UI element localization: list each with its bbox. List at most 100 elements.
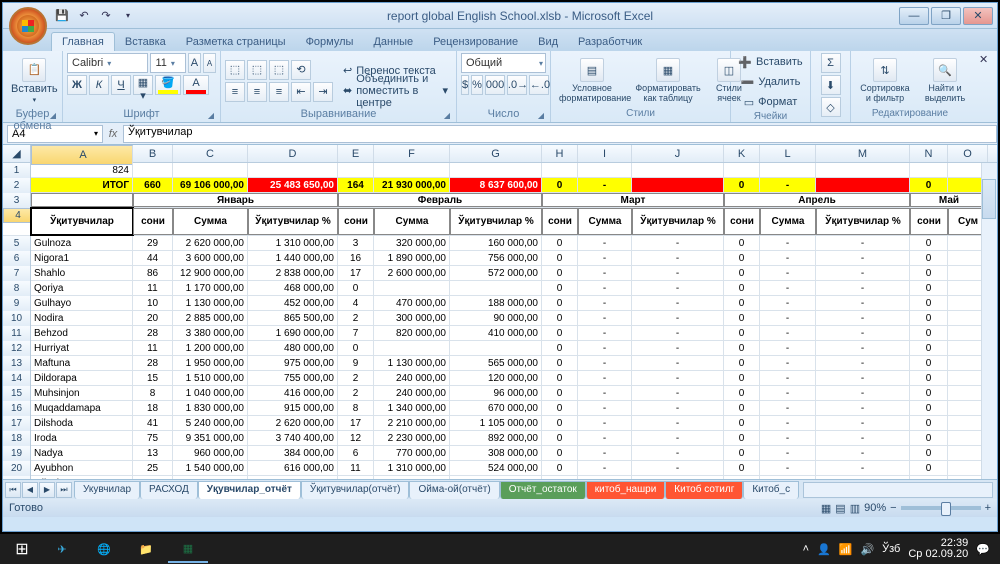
cell[interactable]: - <box>632 371 724 385</box>
cell[interactable] <box>578 163 632 177</box>
delete-cells-button[interactable]: ➖Удалить <box>737 73 805 91</box>
cell[interactable]: 188 000,00 <box>450 296 542 310</box>
insert-cells-button[interactable]: ➕Вставить <box>734 53 806 71</box>
cell[interactable]: 0 <box>910 178 948 192</box>
cell[interactable]: 13 <box>133 446 173 460</box>
cell[interactable]: - <box>816 356 910 370</box>
fill-icon[interactable]: ⬇ <box>821 75 841 95</box>
cell[interactable]: 0 <box>542 401 578 415</box>
cell[interactable]: 7 <box>338 326 374 340</box>
row-header[interactable]: 3 <box>3 193 31 208</box>
sheet-tab[interactable]: Уқувчилар_отчёт <box>198 481 301 499</box>
column-header[interactable]: K <box>724 145 760 162</box>
cell[interactable]: 0 <box>910 236 948 250</box>
cell[interactable]: - <box>816 386 910 400</box>
taskbar-app-chrome[interactable]: 🌐 <box>84 535 124 563</box>
cell[interactable]: 565 000,00 <box>450 356 542 370</box>
cell[interactable]: 0 <box>542 236 578 250</box>
cell[interactable]: 975 000,00 <box>248 356 338 370</box>
cell[interactable]: 0 <box>724 266 760 280</box>
shrink-font-icon[interactable]: A <box>203 53 216 73</box>
cell[interactable]: - <box>760 386 816 400</box>
cell[interactable]: 96 000,00 <box>450 386 542 400</box>
row-header[interactable]: 5 <box>3 236 31 251</box>
conditional-format-button[interactable]: ▤Условное форматирование <box>555 56 629 105</box>
zoom-slider[interactable] <box>901 506 981 510</box>
cell[interactable]: 1 170 000,00 <box>173 281 248 295</box>
cell[interactable]: - <box>632 281 724 295</box>
cell[interactable]: 1 130 000,00 <box>173 296 248 310</box>
cell[interactable]: 0 <box>724 311 760 325</box>
cell[interactable]: - <box>578 446 632 460</box>
tray-volume-icon[interactable]: 🔊 <box>860 543 874 556</box>
cell[interactable]: - <box>632 266 724 280</box>
office-button[interactable] <box>9 7 47 45</box>
cell[interactable]: - <box>578 386 632 400</box>
cell[interactable]: Oliyahon1 <box>31 476 133 479</box>
cell[interactable]: - <box>760 401 816 415</box>
cell[interactable]: 0 <box>542 178 578 192</box>
font-size-select[interactable]: 11▾ <box>150 53 186 73</box>
row-header[interactable]: 14 <box>3 371 31 386</box>
orientation-icon[interactable]: ⟲ <box>291 60 311 80</box>
dec-decimal-icon[interactable]: ←.0 <box>529 75 549 95</box>
cell[interactable]: 9 351 000,00 <box>173 431 248 445</box>
clear-icon[interactable]: ◇ <box>821 97 841 117</box>
cell[interactable]: - <box>816 476 910 479</box>
cell[interactable] <box>816 178 910 192</box>
column-header[interactable]: E <box>338 145 374 162</box>
cell[interactable]: - <box>632 251 724 265</box>
tray-clock[interactable]: 22:39Ср 02.09.20 <box>908 538 968 560</box>
cell[interactable]: 15 <box>133 371 173 385</box>
cell[interactable]: - <box>578 431 632 445</box>
cell[interactable]: 240 000,00 <box>374 371 450 385</box>
qat-more-icon[interactable]: ▾ <box>119 7 137 25</box>
cell[interactable]: Qoriya <box>31 281 133 295</box>
cell[interactable]: 820 000,00 <box>374 326 450 340</box>
cell[interactable]: - <box>816 311 910 325</box>
cell[interactable]: 400 000,00 <box>248 476 338 479</box>
ribbon-tab[interactable]: Разработчик <box>568 33 652 51</box>
fx-icon[interactable]: fx <box>103 128 123 140</box>
cell[interactable]: 8 637 600,00 <box>450 178 542 192</box>
taskbar-app-excel[interactable]: ▦ <box>168 535 208 563</box>
cell[interactable]: 2 <box>338 386 374 400</box>
align-left-icon[interactable]: ≡ <box>225 82 245 102</box>
cell[interactable]: 756 000,00 <box>450 251 542 265</box>
view-normal-icon[interactable]: ▦ <box>821 502 831 515</box>
cell[interactable]: 670 000,00 <box>450 401 542 415</box>
column-header[interactable]: F <box>374 145 450 162</box>
cell[interactable]: - <box>760 311 816 325</box>
cell[interactable]: 0 <box>542 251 578 265</box>
ribbon-tab[interactable]: Рецензирование <box>423 33 528 51</box>
cell[interactable]: 1 510 000,00 <box>173 371 248 385</box>
cell[interactable]: 452 000,00 <box>248 296 338 310</box>
cell[interactable]: 12 <box>338 431 374 445</box>
cell[interactable]: 1 <box>338 476 374 479</box>
cell[interactable]: 25 <box>133 461 173 475</box>
cell[interactable]: 660 <box>133 178 173 192</box>
cell[interactable]: 0 <box>910 476 948 479</box>
align-middle-icon[interactable]: ⬚ <box>247 60 267 80</box>
ribbon-tab[interactable]: Данные <box>363 33 423 51</box>
cell[interactable]: 0 <box>338 281 374 295</box>
cell[interactable] <box>374 163 450 177</box>
column-header[interactable]: O <box>948 145 988 162</box>
cell[interactable] <box>542 163 578 177</box>
cell[interactable]: - <box>632 446 724 460</box>
cell[interactable]: 40 000,00 <box>450 476 542 479</box>
cell[interactable]: 416 000,00 <box>248 386 338 400</box>
ribbon-tab[interactable]: Вид <box>528 33 568 51</box>
cell[interactable]: 0 <box>910 251 948 265</box>
find-select-button[interactable]: 🔍Найти и выделить <box>917 56 973 105</box>
zoom-out-icon[interactable]: − <box>890 502 896 514</box>
cell[interactable]: - <box>632 311 724 325</box>
cell[interactable]: 0 <box>910 416 948 430</box>
column-header[interactable]: H <box>542 145 578 162</box>
cell[interactable]: 1 830 000,00 <box>173 401 248 415</box>
autosum-icon[interactable]: Σ <box>821 53 841 73</box>
cell[interactable]: - <box>760 356 816 370</box>
cell[interactable]: 75 <box>133 431 173 445</box>
cell[interactable]: 2 600 000,00 <box>374 266 450 280</box>
sheet-tab[interactable]: Отчёт_остаток <box>500 481 586 499</box>
